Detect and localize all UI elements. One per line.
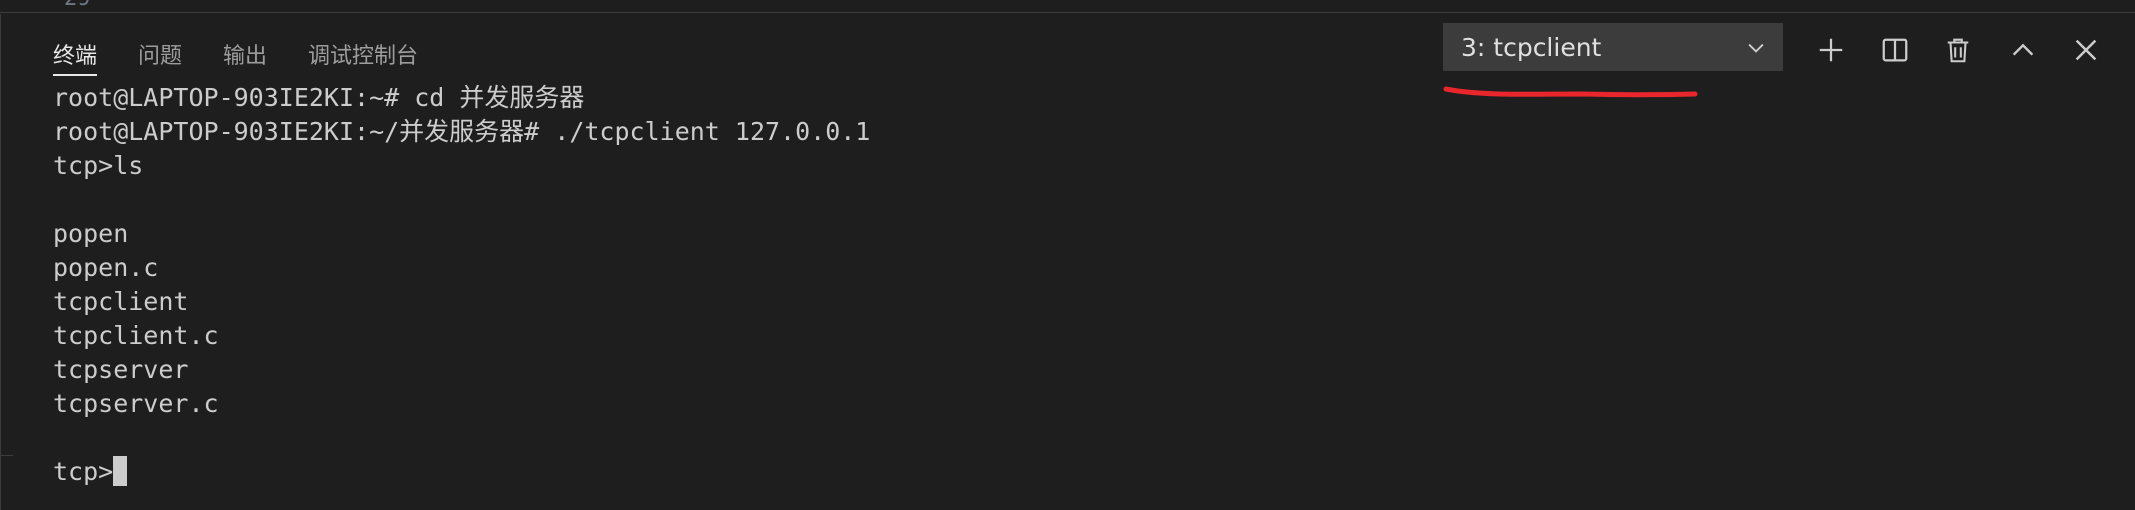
line-number: 29 [64,0,91,11]
tab-debug-console[interactable]: 调试控制台 [308,36,418,76]
close-icon [2075,39,2097,61]
split-icon [1882,38,1908,62]
terminal-cursor [113,456,128,486]
terminal-line: popen.c [53,253,159,282]
new-terminal-button[interactable] [1813,32,1849,68]
terminal-line: root@LAPTOP-903IE2KI:~/并发服务器# ./tcpclien… [53,117,871,146]
terminal-panel: 终端 问题 输出 调试控制台 3: tcpclient root@LAPTOP-… [0,14,2135,510]
terminal-prompt-line[interactable]: tcp> [53,455,2135,489]
terminal-line: root@LAPTOP-903IE2KI:~# cd 并发服务器 [53,83,585,112]
panel-tabs: 终端 问题 输出 调试控制台 [53,36,459,76]
kill-terminal-button[interactable] [1940,32,1976,68]
editor-area: 29 [0,0,2135,13]
terminal-output[interactable]: root@LAPTOP-903IE2KI:~# cd 并发服务器 root@LA… [53,81,2135,489]
terminal-line: popen [53,219,129,248]
tab-output[interactable]: 输出 [223,36,267,76]
terminal-instance-select[interactable]: 3: tcpclient [1443,23,1783,71]
terminal-line: tcpserver [53,355,189,384]
terminal-select-value: 3: tcpclient [1461,32,1602,62]
terminal-line: tcp>ls [53,151,144,180]
chevron-down-icon [1748,43,1764,53]
chevron-up-icon [2012,43,2034,56]
plus-icon [1819,38,1843,62]
terminal-line: tcpserver.c [53,389,219,418]
split-terminal-button[interactable] [1877,32,1913,68]
terminal-line: tcpclient [53,287,189,316]
terminal-line: tcpclient.c [53,321,219,350]
close-panel-button[interactable] [2068,32,2104,68]
maximize-panel-button[interactable] [2005,32,2041,68]
terminal-prompt: tcp> [53,457,114,486]
panel-divider [1,455,13,456]
tab-problems[interactable]: 问题 [138,36,182,76]
trash-icon [1947,38,1969,63]
tab-terminal[interactable]: 终端 [53,36,98,76]
